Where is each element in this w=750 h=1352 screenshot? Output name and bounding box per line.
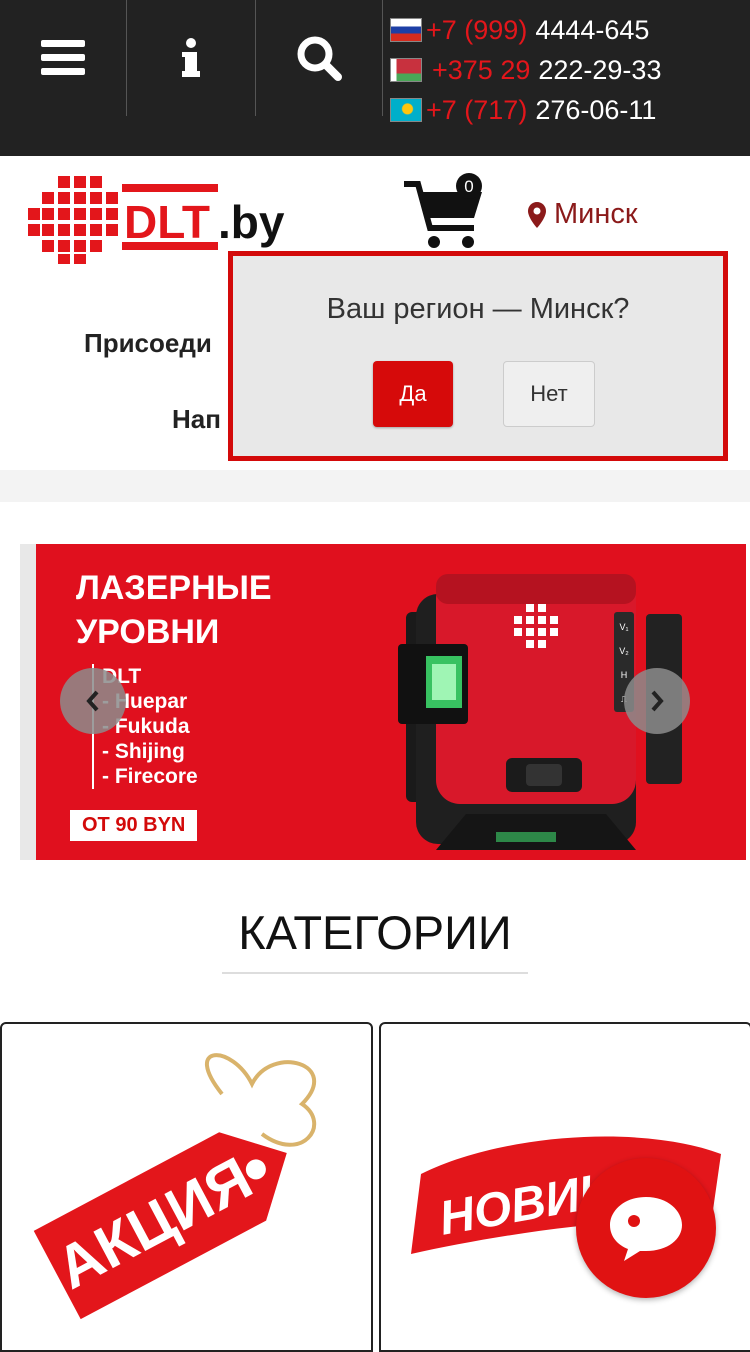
search-icon	[297, 36, 342, 81]
device-label: V₂	[619, 646, 629, 656]
phone-code: +375 29	[432, 54, 531, 85]
menu-link-join[interactable]: Присоеди	[84, 328, 212, 359]
slider-prev-button[interactable]	[60, 668, 126, 734]
svg-text:DLT: DLT	[124, 196, 210, 248]
phone-russia[interactable]: +7 (999) 4444-645	[390, 10, 661, 50]
menu-link-write[interactable]: Нап	[172, 404, 221, 435]
cart-button[interactable]: 0	[402, 172, 492, 254]
russia-flag-icon	[390, 18, 422, 42]
svg-text:.by: .by	[218, 196, 285, 248]
map-marker-icon	[528, 201, 546, 228]
chat-bubble-icon	[610, 1197, 682, 1261]
banner-title: ЛАЗЕРНЫЕ УРОВНИ	[76, 566, 272, 654]
banner-title-line: ЛАЗЕРНЫЕ	[76, 569, 272, 607]
brand-item: - Firecore	[102, 765, 198, 788]
phone-belarus[interactable]: +375 29 222-29-33	[390, 50, 661, 90]
heading-underline	[222, 972, 528, 974]
confirm-no-button[interactable]: Нет	[503, 361, 595, 427]
section-divider	[0, 470, 750, 502]
shopping-cart-icon: 0	[404, 173, 482, 248]
sale-tag-image: АКЦИЯ	[33, 1053, 317, 1320]
info-icon	[182, 38, 200, 77]
phone-number: 276-06-11	[535, 94, 657, 125]
phone-list: +7 (999) 4444-645 +375 29 222-29-33 +7 (…	[390, 10, 661, 130]
divider	[382, 0, 383, 116]
cart-count-badge: 0	[464, 177, 473, 196]
region-question: Ваш регион — Минск?	[326, 293, 630, 325]
top-bar: +7 (999) 4444-645 +375 29 222-29-33 +7 (…	[0, 0, 750, 156]
category-card-sale[interactable]: АКЦИЯ	[0, 1022, 373, 1352]
phone-code: +7 (717)	[426, 94, 528, 125]
chat-button[interactable]	[576, 1158, 716, 1298]
banner-title-line: УРОВНИ	[76, 613, 220, 651]
phone-kazakhstan[interactable]: +7 (717) 276-06-11	[390, 90, 661, 130]
region-confirm-popup: Ваш регион — Минск? Да Нет	[228, 251, 728, 461]
chevron-right-icon	[651, 690, 664, 712]
promo-slider[interactable]: ЛАЗЕРНЫЕ УРОВНИ DLT - Huepar - Fukuda - …	[20, 544, 746, 860]
city-name: Минск	[554, 198, 638, 230]
menu-button[interactable]	[0, 0, 126, 116]
belarus-flag-icon	[390, 58, 422, 82]
info-button[interactable]	[127, 0, 255, 116]
search-button[interactable]	[256, 0, 382, 116]
slider-next-button[interactable]	[624, 668, 690, 734]
banner-price-tag: ОТ 90 BYN	[70, 810, 198, 841]
phone-number: 4444-645	[535, 14, 650, 45]
categories-heading: КАТЕГОРИИ	[238, 906, 512, 959]
phone-number: 222-29-33	[538, 54, 662, 85]
kazakhstan-flag-icon	[390, 98, 422, 122]
city-selector[interactable]: Минск	[528, 198, 638, 231]
device-label: H	[621, 670, 628, 680]
chevron-left-icon	[86, 690, 99, 712]
device-label: V₁	[619, 622, 628, 632]
hamburger-menu-icon	[41, 40, 85, 75]
brand-item: - Shijing	[102, 740, 185, 763]
confirm-yes-button[interactable]: Да	[373, 361, 453, 427]
phone-code: +7 (999)	[426, 14, 528, 45]
